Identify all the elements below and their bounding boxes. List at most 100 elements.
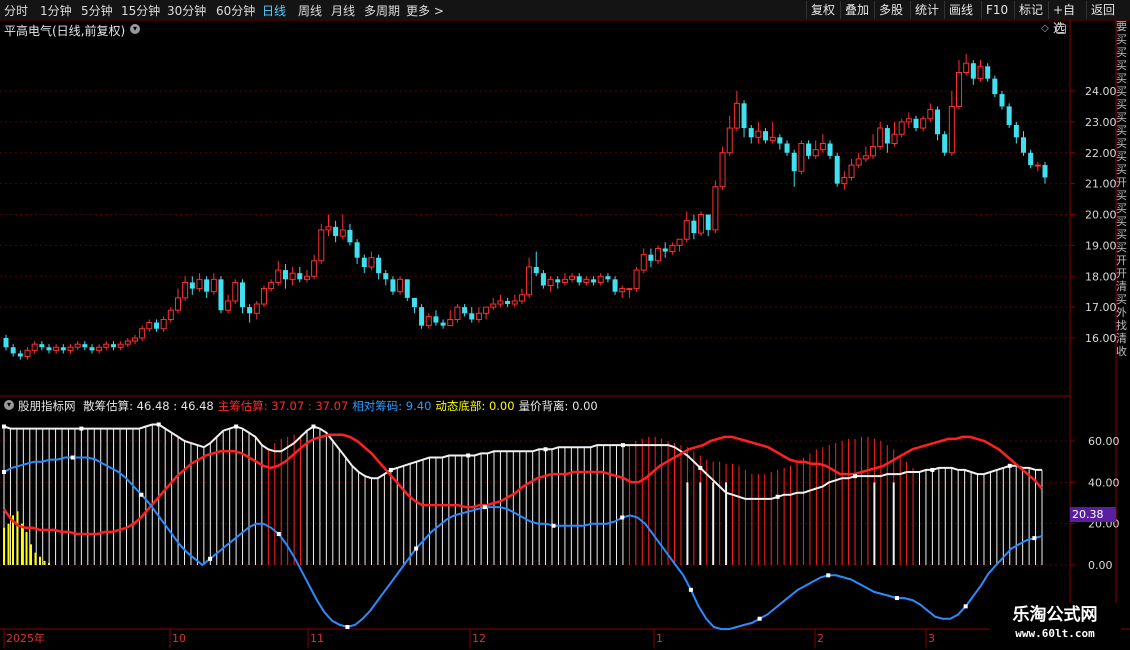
blue-marker	[620, 515, 625, 520]
candle-body	[303, 275, 310, 280]
candle-body	[282, 270, 288, 280]
watermark-title: 乐淘公式网	[1012, 605, 1098, 625]
candle-body	[877, 127, 884, 148]
candle-body	[862, 155, 869, 160]
candle-body	[561, 278, 568, 283]
candle-body	[948, 105, 955, 154]
candle-body	[1013, 124, 1019, 138]
indicator-name: 股朋指标网	[18, 399, 76, 413]
candle-body	[268, 281, 275, 290]
candle-body	[189, 282, 195, 289]
candle-body	[597, 275, 604, 283]
candle-body	[397, 278, 404, 293]
candle-body	[225, 300, 232, 311]
blue-marker	[2, 470, 6, 474]
candle-body	[239, 282, 245, 308]
candle-body	[985, 66, 991, 79]
candle-body	[182, 281, 189, 299]
candle-body	[260, 288, 267, 305]
side-signal-column: 要买买买买买买买买买买买开买买买买买开开清买外找清收	[1116, 20, 1127, 358]
blue-marker	[139, 492, 144, 497]
blue-marker	[551, 523, 556, 528]
candle-body	[347, 229, 353, 243]
candle-body	[511, 300, 518, 305]
candle-body	[390, 279, 396, 292]
candle-body	[719, 152, 726, 188]
blue-marker	[826, 573, 831, 578]
price-tick-label: 17.00	[1085, 301, 1117, 314]
white-marker	[698, 465, 703, 470]
blue-marker	[276, 532, 281, 536]
candle-body	[612, 279, 618, 292]
candle-body	[691, 220, 697, 234]
candle-body	[253, 303, 260, 314]
candle-body	[662, 248, 668, 252]
candle-body	[827, 143, 833, 156]
white-marker	[156, 422, 161, 427]
candle-body	[368, 257, 375, 268]
candle-body	[404, 279, 410, 298]
candle-body	[3, 338, 9, 348]
candle-body	[920, 118, 927, 129]
candle-body	[942, 134, 948, 153]
candle-body	[46, 347, 52, 351]
candle-body	[884, 128, 890, 144]
price-tick-label: 24.00	[1085, 85, 1117, 98]
candle-body	[769, 136, 776, 141]
candle-body	[870, 146, 877, 157]
candle-body	[569, 275, 576, 280]
candle-body	[806, 143, 812, 156]
candle-body	[354, 242, 360, 258]
candle-body	[17, 353, 23, 357]
candle-body	[103, 343, 110, 348]
candle-body	[297, 273, 303, 280]
candle-body	[311, 260, 318, 277]
candle-body	[841, 176, 848, 185]
candle-body	[440, 322, 446, 326]
price-tick-label: 22.00	[1085, 147, 1117, 160]
indicator-tick-label: 40.00	[1088, 476, 1120, 489]
candle-body	[763, 131, 769, 141]
candle-body	[196, 278, 203, 290]
candle-body	[540, 273, 546, 286]
date-tick-label: 1	[656, 632, 663, 645]
candle-body	[648, 254, 654, 261]
candle-body	[325, 226, 332, 231]
blue-marker	[688, 587, 693, 592]
candle-body	[812, 149, 819, 157]
candle-body	[633, 269, 640, 290]
candle-body	[999, 94, 1005, 107]
candle-body	[992, 78, 998, 95]
white-marker	[466, 453, 471, 458]
legend-item-3: 动态底部: 0.00	[435, 399, 515, 413]
candle-body	[533, 266, 539, 274]
indicator-tick-label: 0.00	[1088, 559, 1113, 572]
date-tick-label: 2	[817, 632, 824, 645]
candle-body	[848, 164, 855, 178]
candle-body	[640, 254, 647, 271]
white-marker	[775, 494, 780, 499]
candle-body	[784, 143, 790, 153]
indicator-legend: 股朋指标网 散筹估算: 46.48 : 46.48 主筹估算: 37.07 : 3…	[4, 398, 602, 414]
white-marker	[620, 443, 625, 448]
candle-body	[935, 109, 941, 135]
candle-body	[927, 109, 934, 120]
candle-body	[626, 288, 633, 291]
candle-body	[318, 229, 325, 262]
price-tick-label: 19.00	[1085, 239, 1117, 252]
candle-body	[490, 303, 497, 308]
candle-body	[124, 340, 131, 345]
candle-body	[483, 306, 490, 314]
candle-body	[411, 297, 417, 308]
candle-body	[669, 244, 676, 253]
watermark: 乐淘公式网 www.60lt.com	[989, 603, 1121, 647]
candle-body	[798, 142, 805, 172]
candle-body	[361, 257, 367, 267]
candle-body	[67, 346, 74, 351]
candle-body	[755, 130, 762, 138]
blue-marker	[1032, 536, 1037, 541]
candle-body	[712, 186, 719, 231]
legend-item-4: 量价背离: 0.00	[518, 399, 598, 413]
candle-body	[232, 281, 239, 302]
price-tick-label: 20.00	[1085, 209, 1117, 222]
